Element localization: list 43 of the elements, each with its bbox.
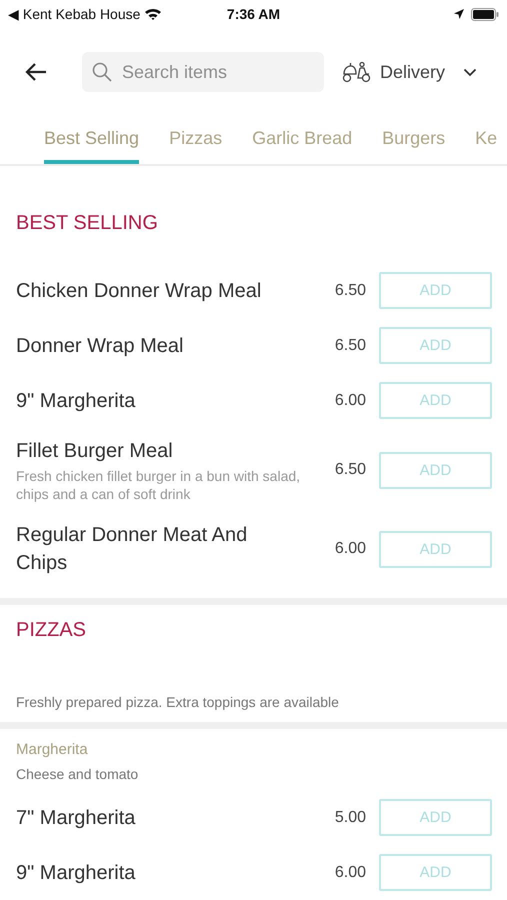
item-name: 7" Margherita [16, 806, 136, 830]
section-title: BEST SELLING [16, 212, 159, 235]
back-arrow-icon[interactable] [24, 62, 48, 82]
category-tab[interactable]: Best Selling [44, 116, 140, 164]
item-description: Fresh chicken fillet burger in a bun with salad, chips and a can of soft drink [16, 467, 301, 503]
add-button[interactable]: ADD [379, 854, 492, 891]
item-name: Chicken Donner Wrap Meal [16, 278, 262, 304]
item-price: 6.00 [334, 540, 366, 558]
chevron-down-icon [463, 68, 478, 76]
item-price: 6.50 [334, 461, 366, 479]
wifi-icon [144, 7, 162, 21]
item-price: 6.00 [334, 864, 366, 882]
category-tab[interactable]: Pizzas [169, 116, 222, 164]
item-name: 9" Margherita [16, 388, 136, 414]
back-to-app-link[interactable]: ◀ Kent Kebab House [8, 6, 140, 22]
delivery-dropdown[interactable]: Delivery [342, 61, 478, 83]
item-name: Regular Donner Meat And Chips [16, 523, 248, 576]
search-field[interactable]: Search items [82, 52, 324, 92]
clock-time: 7:36 AM [226, 6, 280, 22]
item-price: 5.00 [334, 808, 366, 826]
scooter-icon [342, 61, 372, 83]
search-icon [92, 62, 112, 82]
section-title: PIZZAS [16, 619, 88, 642]
group-description: Cheese and tomato [15, 765, 140, 784]
group-heading: Margherita [15, 740, 89, 758]
location-arrow-icon [453, 8, 465, 20]
category-tab[interactable]: Garlic Bread [252, 116, 352, 164]
add-button[interactable]: ADD [379, 452, 492, 488]
item-price: 6.00 [334, 392, 366, 410]
item-name: Fillet Burger Meal [16, 439, 174, 464]
add-button[interactable]: ADD [379, 327, 492, 364]
item-price: 6.50 [334, 336, 366, 354]
add-button[interactable]: ADD [379, 530, 492, 568]
battery-icon [471, 8, 499, 20]
section-description: Freshly prepared pizza. Extra toppings are available [16, 694, 340, 710]
item-price: 6.50 [334, 282, 366, 300]
category-tab[interactable]: Burgers [382, 116, 446, 164]
item-name: 9" Margherita [16, 860, 136, 886]
add-button[interactable]: ADD [379, 799, 492, 836]
category-tab[interactable]: Ke [475, 116, 498, 164]
add-button[interactable]: ADD [379, 272, 492, 309]
add-button[interactable]: ADD [379, 382, 492, 419]
item-name: Donner Wrap Meal [16, 334, 184, 358]
